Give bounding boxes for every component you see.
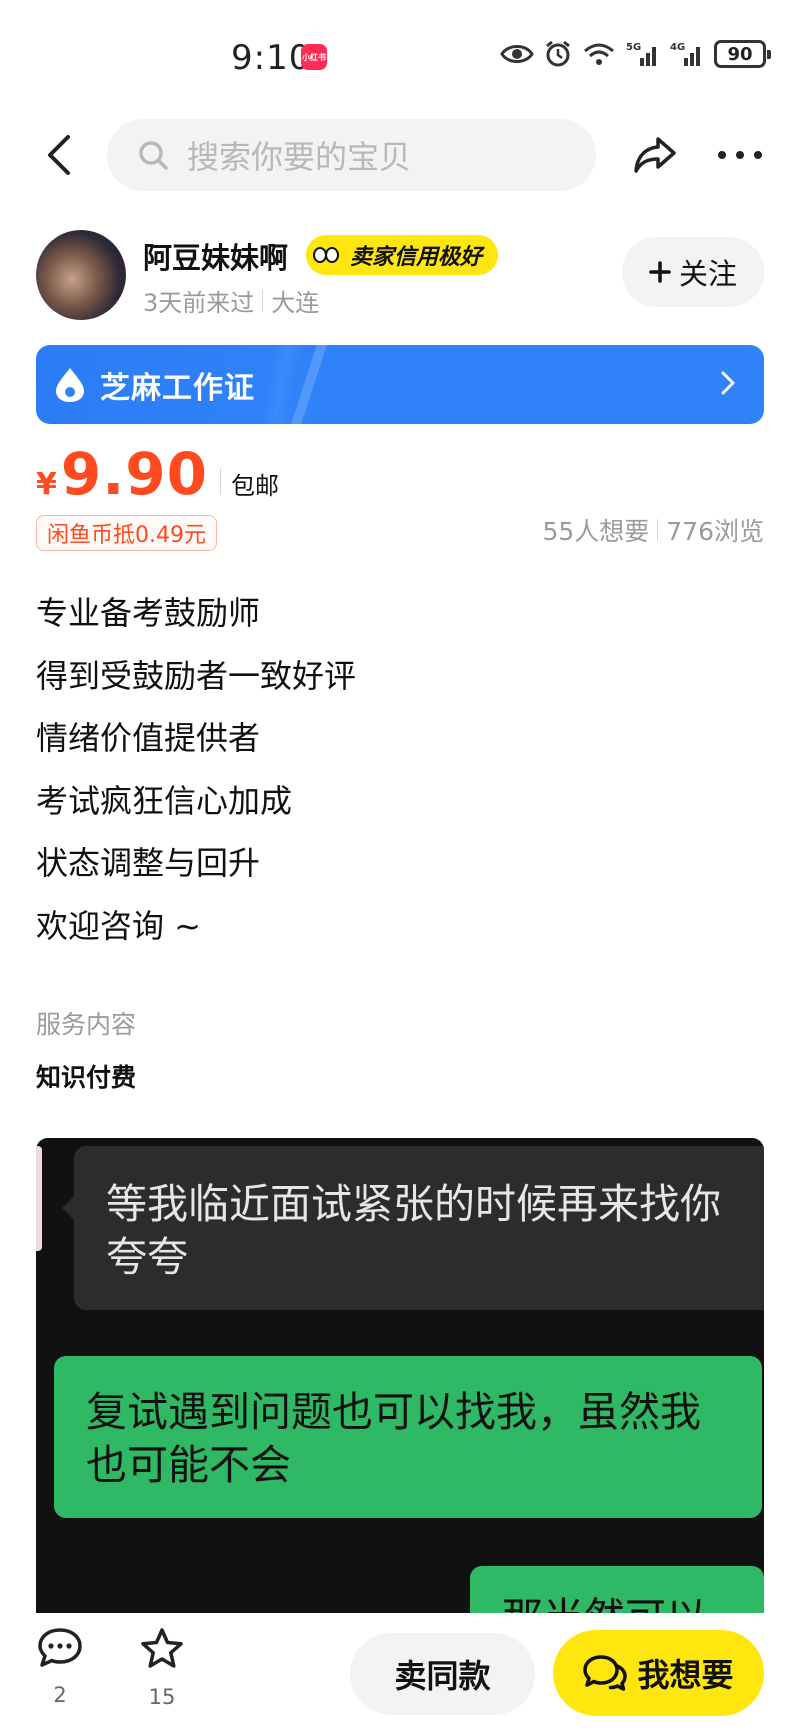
credit-badge-label: 卖家信用极好 (350, 245, 483, 270)
favorite-count: 15 (148, 1685, 176, 1709)
search-icon (139, 141, 168, 170)
service-value: 知识付费 (36, 1063, 137, 1092)
status-time: 9:10 (231, 38, 312, 78)
search-input[interactable]: 搜索你要的宝贝 (107, 119, 596, 191)
seller-avatar[interactable] (36, 230, 126, 320)
price-currency: ¥ (36, 467, 57, 502)
back-arrow-icon (48, 135, 70, 175)
app-notification-icon: 小红书 (301, 44, 327, 70)
credit-badge[interactable]: 卖家信用极好 (306, 235, 499, 275)
bottom-action-bar: 2 15 卖同款 我想要 (0, 1613, 800, 1733)
wifi-icon (584, 43, 614, 65)
price-row: ¥ 9.90 包邮 (36, 440, 279, 510)
svg-text:4G: 4G (670, 42, 685, 53)
description-line: 专业备考鼓励师 (36, 594, 261, 632)
chat-bubble-received: 等我临近面试紧张的时候再来找你夸夸 (62, 1146, 764, 1310)
status-icons: 5G 4G 90 (500, 40, 771, 68)
last-seen: 3天前来过 (143, 289, 255, 317)
service-label: 服务内容 (36, 1010, 137, 1039)
coin-offset-tag: 闲鱼币抵0.49元 (36, 515, 217, 551)
want-label: 我想要 (637, 1656, 734, 1694)
follow-button[interactable]: 关注 (622, 237, 764, 307)
banner-divider (291, 345, 327, 424)
item-image-chat-screenshot[interactable]: 等我临近面试紧张的时候再来找你夸夸 复试遇到问题也可以找我，虽然我也可能不会 那… (36, 1138, 764, 1613)
comment-count: 2 (53, 1683, 67, 1707)
description-line: 欢迎咨询 ~ (36, 906, 201, 945)
price-divider (219, 468, 221, 494)
chevron-right-icon (721, 371, 735, 395)
meta-divider (262, 289, 264, 312)
top-nav: 搜索你要的宝贝 (0, 115, 800, 195)
want-count: 55人想要 (542, 517, 650, 546)
more-button[interactable] (710, 125, 770, 185)
favorite-button[interactable]: 15 (127, 1627, 197, 1709)
battery-indicator: 90 (714, 40, 771, 68)
more-icon (718, 151, 762, 159)
signal-5g-icon: 5G (626, 42, 656, 66)
item-stats: 55人想要 776浏览 (542, 512, 764, 548)
alarm-icon (546, 40, 570, 67)
chat-bubble-sent: 复试遇到问题也可以找我，虽然我也可能不会 (54, 1356, 762, 1518)
view-count: 776浏览 (666, 517, 764, 546)
sell-same-button[interactable]: 卖同款 (350, 1633, 535, 1715)
shipping-label: 包邮 (230, 472, 279, 500)
sesame-label: 芝麻工作证 (100, 370, 255, 406)
back-button[interactable] (34, 125, 84, 185)
share-icon (634, 137, 676, 173)
search-placeholder: 搜索你要的宝贝 (187, 138, 412, 176)
i-want-button[interactable]: 我想要 (553, 1630, 764, 1716)
description-line: 状态调整与回升 (36, 844, 261, 882)
comment-icon (38, 1628, 82, 1667)
stats-divider (657, 519, 659, 541)
description-line: 情绪价值提供者 (36, 719, 261, 757)
svg-text:5G: 5G (626, 42, 641, 53)
chat-bubbles-icon (583, 1655, 628, 1691)
seller-name[interactable]: 阿豆妹妹啊 (143, 235, 288, 277)
comment-button[interactable]: 2 (25, 1627, 95, 1707)
plus-icon (649, 261, 671, 283)
status-bar: 9:10 小红书 5G 4G 90 (0, 0, 800, 110)
chat-avatar-edge (36, 1146, 42, 1251)
seller-location: 大连 (271, 289, 320, 317)
price-value: 9.90 (60, 440, 208, 508)
chat-bubble-sent-partial: 那当然可以 (470, 1566, 764, 1613)
sesame-work-badge[interactable]: 芝麻工作证 (36, 345, 764, 424)
star-icon (141, 1628, 183, 1668)
description-line: 考试疯狂信心加成 (36, 781, 293, 820)
signal-4g-icon: 4G (670, 42, 700, 66)
eye-icon (500, 45, 534, 63)
description-line: 得到受鼓励者一致好评 (36, 656, 357, 695)
seller-meta: 3天前来过 大连 (143, 283, 319, 318)
follow-label: 关注 (678, 257, 737, 291)
share-button[interactable] (625, 125, 685, 185)
credit-mascot-icon (310, 239, 342, 271)
seller-info: 阿豆妹妹啊 卖家信用极好 3天前来过 大连 关注 (0, 225, 800, 325)
sesame-icon (56, 367, 84, 402)
item-description: 专业备考鼓励师 得到受鼓励者一致好评 情绪价值提供者 考试疯狂信心加成 状态调整… (36, 582, 764, 957)
